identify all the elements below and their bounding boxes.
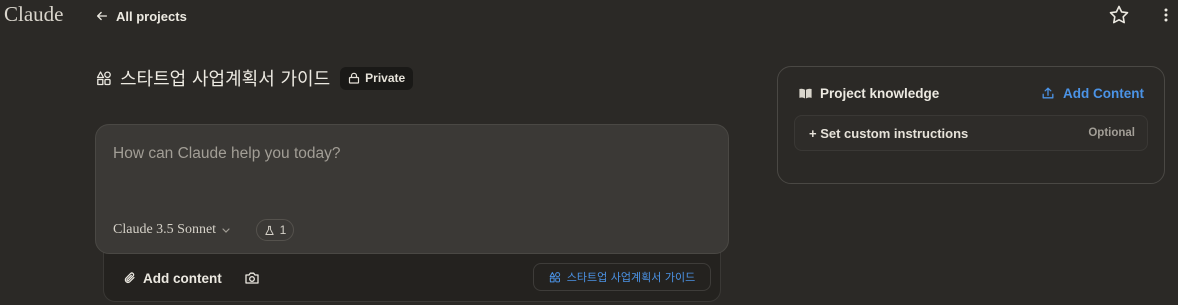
paperclip-icon <box>124 272 135 284</box>
more-vertical-icon[interactable] <box>1158 5 1174 25</box>
add-knowledge-label: Add Content <box>1063 85 1144 101</box>
lock-icon <box>349 72 360 84</box>
star-icon[interactable] <box>1107 3 1131 27</box>
project-header: 스타트업 사업계획서 가이드 Private <box>96 66 414 90</box>
add-content-label: Add content <box>143 270 222 286</box>
project-knowledge-panel: Project knowledge Add Content + Set cust… <box>777 66 1165 184</box>
shapes-icon <box>549 272 560 283</box>
private-badge: Private <box>340 66 414 90</box>
optional-label: Optional <box>1088 127 1135 139</box>
flask-icon <box>264 225 274 235</box>
upload-icon <box>1042 87 1054 99</box>
style-button[interactable]: 1 <box>256 219 294 241</box>
shapes-icon <box>96 71 111 86</box>
project-chip[interactable]: 스타트업 사업계획서 가이드 <box>533 263 711 291</box>
add-content-button[interactable]: Add content <box>123 269 222 287</box>
message-composer: Claude 3.5 Sonnet 1 <box>95 124 729 254</box>
prompt-input[interactable] <box>113 143 703 165</box>
project-title: 스타트업 사업계획서 가이드 <box>120 69 331 90</box>
model-selector[interactable]: Claude 3.5 Sonnet <box>113 221 231 239</box>
custom-instructions-button[interactable]: + Set custom instructions Optional <box>794 115 1148 151</box>
claude-logo[interactable]: Claude <box>4 2 63 27</box>
project-knowledge-title: Project knowledge <box>820 85 940 101</box>
arrow-left-icon <box>96 11 108 21</box>
all-projects-link[interactable]: All projects <box>95 6 187 26</box>
camera-icon[interactable] <box>244 270 260 286</box>
custom-instructions-label: + Set custom instructions <box>809 125 969 141</box>
project-knowledge-header: Project knowledge <box>798 84 939 102</box>
model-name: Claude 3.5 Sonnet <box>113 222 217 237</box>
style-count: 1 <box>279 223 287 237</box>
attachment-tray: Add content 스타트업 사업계획서 가이드 <box>103 252 721 302</box>
book-icon <box>799 88 812 98</box>
add-knowledge-button[interactable]: Add Content <box>1041 84 1144 102</box>
private-label: Private <box>365 71 406 85</box>
project-chip-label: 스타트업 사업계획서 가이드 <box>566 271 696 284</box>
all-projects-label: All projects <box>116 8 187 24</box>
chevron-down-icon <box>222 228 230 233</box>
